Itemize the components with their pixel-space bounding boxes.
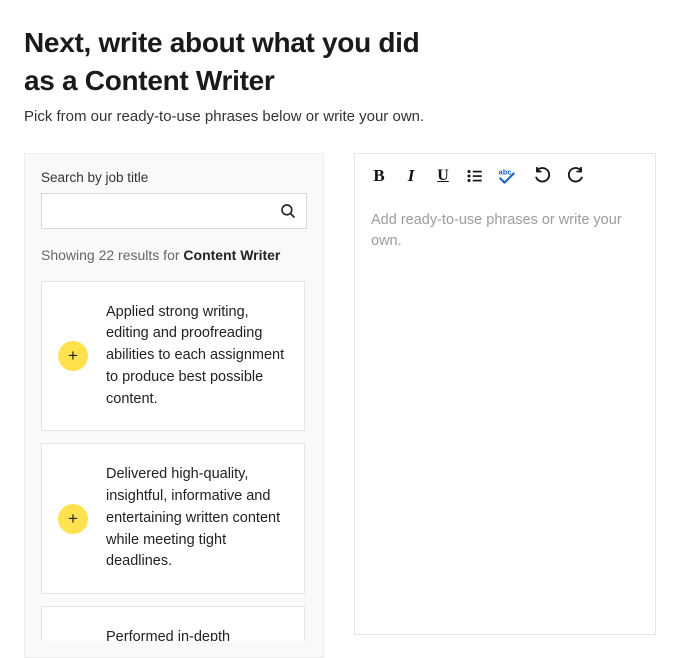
bullet-list-icon — [466, 167, 484, 185]
svg-text:abc: abc — [499, 167, 512, 176]
editor-textarea[interactable]: Add ready-to-use phrases or write your o… — [355, 196, 655, 634]
phrase-list[interactable]: + Applied strong writing, editing and pr… — [41, 281, 307, 641]
search-input-wrap — [41, 193, 307, 229]
phrases-panel: Search by job title Showing 22 results f… — [24, 153, 324, 658]
underline-icon: U — [437, 167, 449, 185]
editor-panel: B I U abc — [354, 153, 656, 635]
plus-icon: + — [68, 510, 78, 527]
search-input[interactable] — [41, 193, 307, 229]
page-title-line1: Next, write about what you did — [24, 27, 419, 58]
page-title-line2: as a Content Writer — [24, 65, 275, 96]
results-prefix: Showing — [41, 247, 99, 263]
underline-button[interactable]: U — [433, 166, 453, 186]
bold-button[interactable]: B — [369, 166, 389, 186]
results-middle: results for — [114, 247, 183, 263]
editor-placeholder: Add ready-to-use phrases or write your o… — [371, 210, 639, 252]
bullet-list-button[interactable] — [465, 166, 485, 186]
phrase-card: + Performed in-depth research into topic… — [41, 606, 305, 641]
italic-icon: I — [408, 166, 415, 186]
italic-button[interactable]: I — [401, 166, 421, 186]
bold-icon: B — [373, 166, 384, 186]
spellcheck-button[interactable]: abc — [497, 166, 517, 186]
results-term: Content Writer — [183, 247, 280, 263]
page-title: Next, write about what you did as a Cont… — [24, 24, 656, 100]
results-count-line: Showing 22 results for Content Writer — [41, 247, 307, 263]
phrase-text: Delivered high-quality, insightful, info… — [106, 464, 288, 573]
plus-icon: + — [68, 347, 78, 364]
phrase-card: + Delivered high-quality, insightful, in… — [41, 443, 305, 594]
add-phrase-button[interactable]: + — [58, 504, 88, 534]
editor-toolbar: B I U abc — [355, 154, 655, 196]
phrase-text: Applied strong writing, editing and proo… — [106, 302, 288, 411]
search-label: Search by job title — [41, 170, 307, 185]
add-phrase-button[interactable]: + — [58, 341, 88, 371]
main-columns: Search by job title Showing 22 results f… — [24, 153, 656, 658]
results-count: 22 — [99, 247, 115, 263]
redo-icon — [566, 167, 584, 185]
redo-button[interactable] — [565, 166, 585, 186]
spellcheck-icon: abc — [497, 166, 517, 186]
page-subheading: Pick from our ready-to-use phrases below… — [24, 108, 656, 125]
undo-icon — [534, 167, 552, 185]
phrase-card: + Applied strong writing, editing and pr… — [41, 281, 305, 432]
search-icon[interactable] — [279, 202, 297, 220]
undo-button[interactable] — [533, 166, 553, 186]
phrase-text: Performed in-depth research into topics … — [106, 627, 288, 641]
